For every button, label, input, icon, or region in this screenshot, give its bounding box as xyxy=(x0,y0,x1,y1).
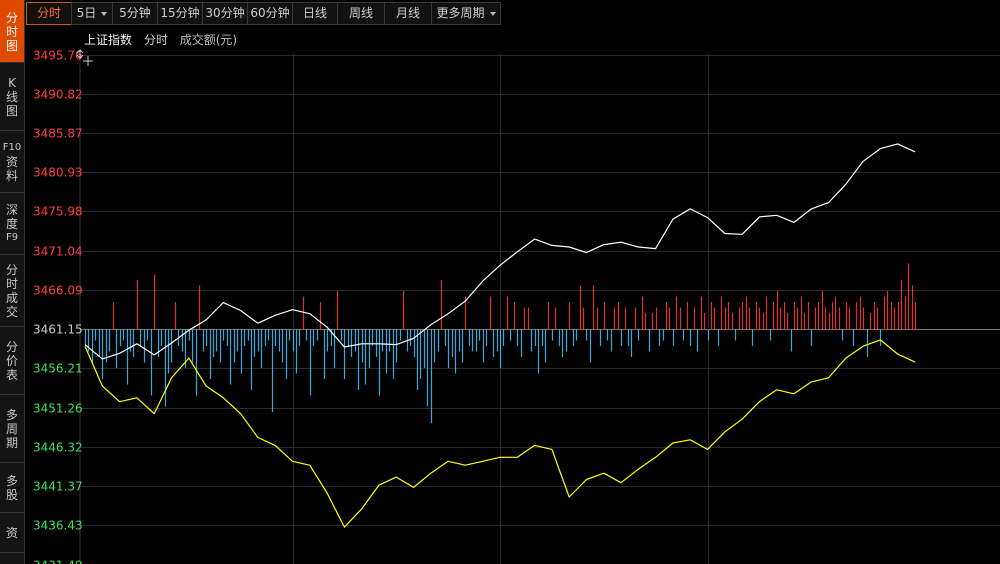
y-tick-label: 3490.82 xyxy=(33,88,83,102)
y-tick-label: 3485.87 xyxy=(33,127,83,141)
y-tick-label: 3456.21 xyxy=(33,362,83,376)
y-tick-label: 3431.49 xyxy=(33,559,83,564)
y-tick-label: 3441.37 xyxy=(33,480,83,494)
y-tick-label: 3475.98 xyxy=(33,205,83,219)
crosshair-icon xyxy=(83,56,93,66)
intraday-chart[interactable]: 3495.76 3490.82 3485.87 3480.93 3475.98 3471.… xyxy=(0,0,1000,564)
y-tick-label: 3480.93 xyxy=(33,166,83,180)
y-tick-label: 3451.26 xyxy=(33,402,83,416)
y-tick-label: 3446.32 xyxy=(33,441,83,455)
y-tick-label: 3466.09 xyxy=(33,284,83,298)
y-tick-label: 3461.15 xyxy=(33,323,83,337)
y-tick-label: 3436.43 xyxy=(33,519,83,533)
y-tick-label: 3471.04 xyxy=(33,245,83,259)
y-tick-label: 3495.76 xyxy=(33,49,83,63)
